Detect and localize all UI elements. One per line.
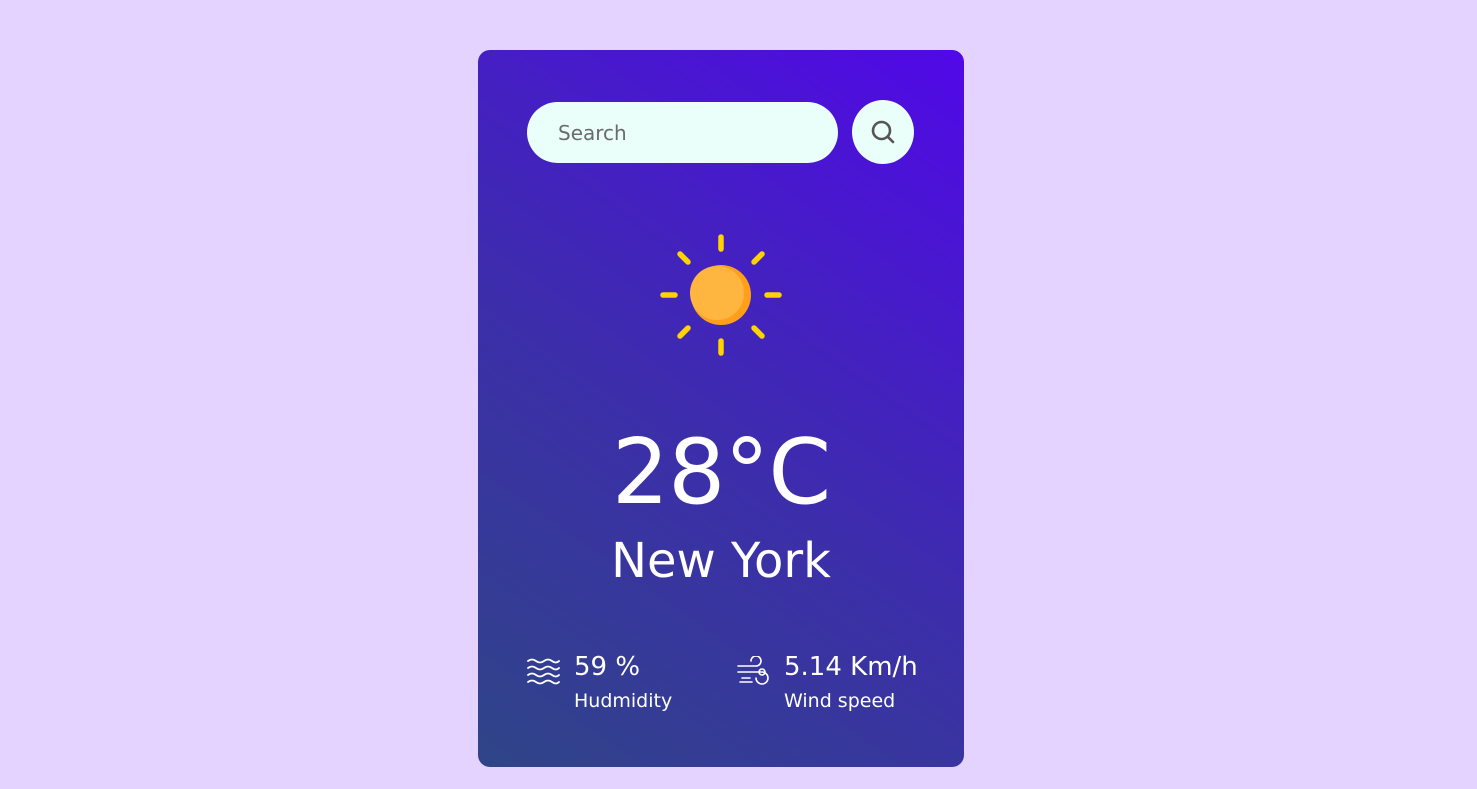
search-input[interactable] (527, 102, 838, 163)
sun-icon (660, 234, 782, 356)
humidity-label: Hudmidity (574, 690, 673, 712)
wind-icon (737, 656, 769, 685)
search-icon (871, 120, 895, 144)
city-name: New York (611, 533, 831, 589)
wind-label: Wind speed (784, 690, 896, 712)
wind-value: 5.14 Km/h (784, 652, 918, 682)
humidity-value: 59 % (574, 652, 641, 682)
search-button[interactable] (852, 100, 914, 164)
temperature: 28°C (611, 420, 831, 525)
weather-card: 28°C New York 59 % Hudmidity 5.14 Km/h W… (478, 50, 964, 767)
water-waves-icon (527, 658, 560, 685)
